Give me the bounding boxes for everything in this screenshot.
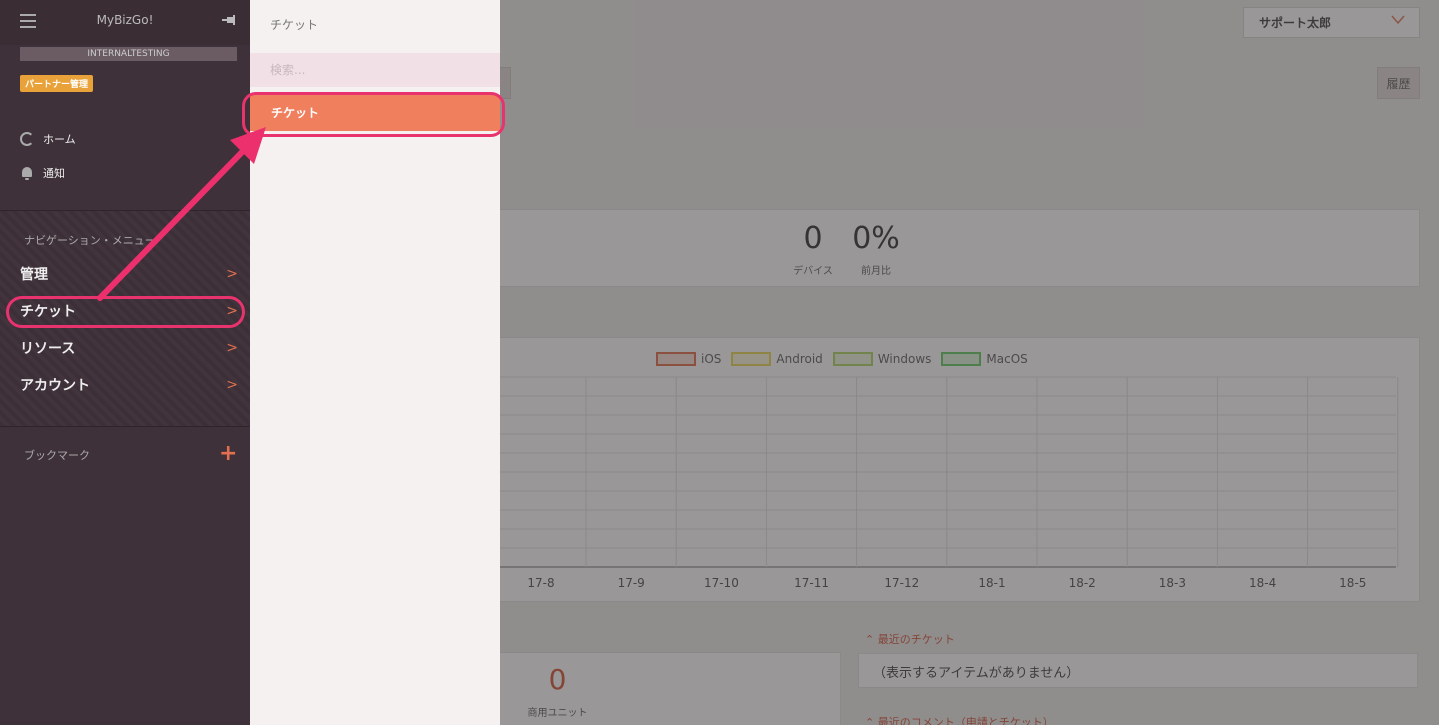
add-bookmark-button[interactable]: + (219, 442, 237, 466)
user-dropdown[interactable]: サポート太郎 (1243, 7, 1420, 38)
stat-value: 0 (803, 221, 823, 256)
home-icon (20, 132, 34, 146)
stats-card (496, 209, 1420, 287)
legend-swatch (832, 352, 873, 366)
chevron-right-icon: > (226, 340, 238, 356)
sidebar-item-label: 通知 (43, 167, 65, 180)
sidebar-item-label: チケット (20, 304, 76, 320)
stat-label: デバイス (793, 266, 833, 277)
units-stat: 0 商用ユニット (520, 663, 595, 719)
legend-swatch (656, 352, 696, 366)
sidebar-item-label: ホーム (43, 133, 76, 146)
units-value: 0 (548, 663, 567, 696)
legend-item[interactable]: Windows (832, 352, 932, 366)
chevron-up-icon: ⌃ (865, 716, 875, 725)
sidebar-item-tickets[interactable]: チケット > (20, 299, 238, 323)
legend-swatch (941, 352, 982, 366)
stat-value: 0% (852, 221, 900, 256)
app-brand: MyBizGo! (96, 13, 154, 27)
nav-heading: ナビゲーション・メニュー (24, 234, 156, 247)
environment-banner: INTERNALTESTING (20, 47, 237, 61)
x-tick-label: 17-9 (618, 576, 645, 590)
legend-label: Windows (877, 352, 932, 366)
recent-tickets-empty: （表示するアイテムがありません） (858, 653, 1418, 688)
partner-badge[interactable]: パートナー管理 (20, 75, 94, 92)
stat-devices: 0 デバイス (783, 221, 843, 278)
stat-label: 前月比 (861, 266, 891, 277)
x-tick-label: 18-5 (1339, 576, 1366, 590)
history-button[interactable]: 履歴 (1377, 67, 1420, 99)
x-tick-label: 18-2 (1069, 576, 1096, 590)
x-tick-label: 17-12 (884, 576, 919, 590)
recent-tickets-title[interactable]: ⌃ 最近のチケット (865, 631, 955, 647)
chevron-right-icon: > (226, 377, 238, 393)
sidebar-item-label: 管理 (20, 267, 48, 283)
x-tick-label: 18-4 (1249, 576, 1276, 590)
sidebar-header: MyBizGo! (0, 0, 250, 45)
sidebar-item-home[interactable]: ホーム (20, 131, 76, 147)
recent-comments-title[interactable]: ⌃ 最近のコメント（申請とチケット） (865, 714, 1054, 725)
x-tick-label: 17-8 (527, 576, 554, 590)
sidebar-item-notifications[interactable]: 通知 (20, 165, 65, 181)
bell-icon (20, 166, 34, 180)
sidebar-item-resources[interactable]: リソース > (20, 336, 238, 360)
legend-item[interactable]: MacOS (941, 352, 1028, 366)
submenu-title: チケット (270, 18, 319, 32)
units-label: 商用ユニット (527, 708, 588, 719)
chevron-up-icon: ⌃ (865, 633, 875, 646)
submenu-search-input[interactable] (250, 53, 500, 87)
stat-month-ratio: 0% 前月比 (846, 221, 906, 278)
legend-item[interactable]: iOS (656, 352, 721, 366)
legend-item[interactable]: Android (731, 352, 823, 366)
legend-label: Android (776, 352, 823, 366)
legend-label: iOS (701, 352, 722, 366)
legend-label: MacOS (986, 352, 1028, 366)
device-chart: 17-8 17-9 17-10 17-11 17-12 18-1 18-2 18-3 18-4 1… (496, 376, 1399, 590)
chevron-down-icon (1391, 13, 1405, 29)
chevron-right-icon: > (226, 266, 238, 282)
legend-swatch (731, 352, 772, 366)
sidebar: MyBizGo! INTERNALTESTING パートナー管理 ホーム 通知 … (0, 0, 250, 725)
user-name: サポート太郎 (1259, 16, 1332, 30)
chart-legend: iOS Android Windows MacOS (656, 352, 1028, 366)
sidebar-item-label: リソース (20, 341, 76, 357)
x-tick-label: 18-3 (1159, 576, 1186, 590)
chevron-right-icon: > (226, 303, 238, 319)
pin-icon[interactable] (221, 13, 237, 31)
x-tick-label: 17-10 (704, 576, 739, 590)
x-tick-label: 18-1 (978, 576, 1005, 590)
submenu-item-tickets[interactable]: チケット (250, 95, 500, 131)
sidebar-item-account[interactable]: アカウント > (20, 373, 238, 397)
x-tick-label: 17-11 (794, 576, 829, 590)
bookmark-heading: ブックマーク (24, 449, 90, 462)
sidebar-item-management[interactable]: 管理 > (20, 262, 238, 286)
sidebar-item-label: アカウント (20, 378, 90, 394)
